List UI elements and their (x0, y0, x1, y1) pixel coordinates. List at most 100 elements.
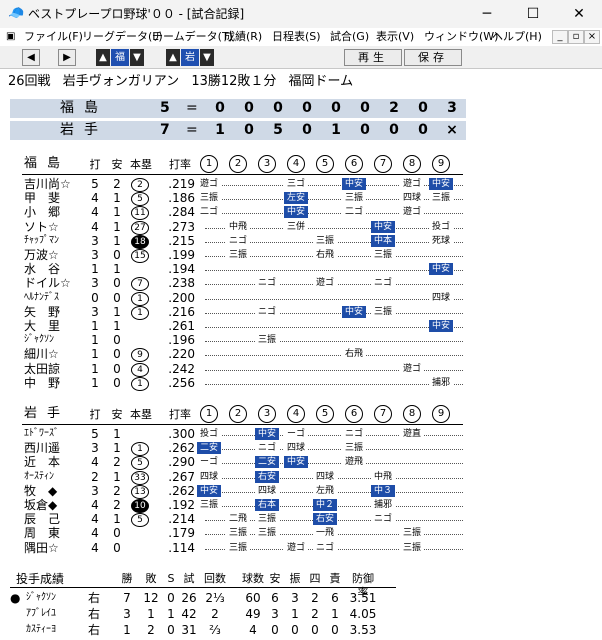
batter-at-bats: 1 (91, 333, 99, 348)
batter-at-bats: 5 (91, 177, 99, 191)
batter-hits: 2 (113, 455, 121, 470)
pitcher-name: ｼﾞｬｸｿﾝ (26, 592, 56, 603)
col-hits-label: 安 (111, 158, 123, 171)
batter-row: 隅田☆ 4 0 .114 三振 遊ゴ ニゴ 三振 (0, 541, 600, 555)
team2-iwate-button[interactable]: 岩 (181, 49, 199, 66)
batter-at-bats: 1 (91, 347, 99, 362)
batter-homeruns: 9 (131, 348, 149, 363)
team-name-fukushima: 福島 (24, 156, 71, 171)
batter-homeruns: 1 (131, 442, 149, 457)
save-button[interactable]: 保存 (404, 49, 462, 66)
menu-view[interactable]: 表示(V) (376, 30, 414, 44)
menu-records[interactable]: 成績(R) (224, 30, 262, 44)
batter-name: 牧 ◆ (24, 483, 58, 498)
mdi-restore-button[interactable]: ▫ (568, 30, 584, 44)
mdi-minimize-button[interactable]: _ (552, 30, 568, 44)
batter-homeruns: 33 (131, 470, 149, 485)
score-inning: 0 (302, 100, 312, 116)
pitcher-hand: 右 (88, 607, 101, 621)
batter-at-bats: 4 (91, 526, 99, 541)
batter-name: 隅田☆ (24, 540, 59, 555)
score-inning: 0 (418, 100, 428, 116)
col-avg-label: 打率 (169, 408, 191, 421)
batter-name: 中 野 (24, 375, 61, 390)
menu-window[interactable]: ウィンドウ(W) (424, 30, 498, 44)
score-inning: 1 (215, 122, 225, 138)
menu-league-data[interactable]: リーグデータ(L) (82, 30, 163, 44)
game-info: 26回戦 岩手ヴォンガリアン 13勝12敗１分 福岡ドーム (8, 74, 361, 90)
batter-at-bats: 2 (91, 469, 99, 484)
menu-file[interactable]: ファイル(F) (24, 30, 83, 44)
at-bat-result: 三振 (400, 541, 424, 554)
team1-up-button[interactable]: ▲ (96, 49, 110, 66)
batter-at-bats: 3 (91, 233, 99, 248)
next-game-button[interactable]: ▶ (58, 49, 76, 66)
batter-hits: 1 (113, 427, 121, 441)
batter-homeruns: 11 (131, 206, 149, 221)
menu-team-data[interactable]: チームデータ(T) (152, 30, 233, 44)
batter-homeruns: 2 (131, 178, 149, 192)
pitcher-earned-runs: 6 (331, 591, 339, 605)
score-team-name: 福島 (60, 100, 108, 116)
team2-up-button[interactable]: ▲ (166, 49, 180, 66)
maximize-button[interactable]: ☐ (510, 0, 556, 28)
menu-help[interactable]: ヘルプ(H) (492, 30, 542, 44)
batter-name: 西川遥 (24, 441, 61, 456)
score-total: 5 (160, 100, 170, 116)
dotted-leader (205, 185, 463, 201)
batter-name: 近 本 (24, 455, 61, 470)
dotted-leader (205, 327, 463, 343)
col-homeruns-label: 本塁 (130, 158, 152, 171)
batter-at-bats: 1 (91, 319, 99, 333)
batter-hits: 1 (113, 233, 121, 248)
prev-game-button[interactable]: ◀ (22, 49, 40, 66)
batter-homeruns: 1 (131, 305, 149, 320)
pitching-rule (10, 587, 396, 588)
menu-bar: ▣ ファイル(F) リーグデータ(L) チームデータ(T) 成績(R) 日程表(… (0, 28, 602, 47)
game-stadium: 福岡ドーム (288, 74, 354, 89)
batter-hits: 0 (113, 347, 121, 362)
minimize-button[interactable]: ─ (464, 0, 510, 28)
batter-at-bats: 3 (91, 441, 99, 456)
batter-homeruns: 4 (131, 362, 149, 377)
team1-down-button[interactable]: ▼ (130, 49, 144, 66)
batter-name: 周 東 (24, 526, 61, 541)
batter-at-bats: 5 (91, 427, 99, 441)
batter-hits: 1 (113, 441, 121, 456)
score-row: 福島 5 = 0 0 0 0 0 0 2 0 3 (10, 99, 466, 118)
batter-avg: .192 (168, 498, 195, 512)
batter-avg: .267 (168, 469, 195, 484)
batter-hits: 0 (113, 333, 121, 348)
team2-down-button[interactable]: ▼ (200, 49, 214, 66)
close-button[interactable]: ✕ (556, 0, 602, 28)
dotted-leader (205, 171, 463, 186)
replay-button[interactable]: 再生 (344, 49, 402, 66)
score-inning: 0 (215, 100, 225, 116)
batter-avg: .219 (168, 177, 195, 191)
batter-hits: 0 (113, 248, 121, 262)
batter-hits: 1 (113, 469, 121, 484)
batter-avg: .220 (168, 347, 195, 362)
batter-avg: .262 (168, 441, 195, 456)
pitcher-earned-runs: 1 (331, 607, 339, 621)
title-bar: 🧢 ベストプレープロ野球'００ - [試合記録] ─ ☐ ✕ (0, 0, 602, 28)
menu-schedule[interactable]: 日程表(S) (272, 30, 321, 44)
batter-hits: 2 (113, 177, 121, 191)
document-icon[interactable]: ▣ (6, 30, 15, 44)
batter-name: 吉川尚☆ (24, 177, 71, 191)
batter-at-bats: 4 (91, 455, 99, 470)
batter-at-bats: 0 (91, 290, 99, 305)
pitcher-innings: 2 (211, 607, 219, 621)
batter-avg: .200 (168, 290, 195, 305)
batter-row: 中 野 1 0 1 .256 捕邪 (0, 375, 600, 391)
dotted-leader (205, 435, 463, 451)
batter-avg: .242 (168, 361, 195, 376)
score-inning: 3 (447, 100, 457, 116)
mdi-close-button[interactable]: × (584, 30, 600, 44)
batter-hits: 0 (113, 526, 121, 541)
batter-name: 小 郷 (24, 205, 61, 220)
score-inning: 0 (360, 122, 370, 138)
score-inning: 0 (389, 122, 399, 138)
menu-game[interactable]: 試合(G) (330, 30, 369, 44)
team1-fukushima-button[interactable]: 福 (111, 49, 129, 66)
